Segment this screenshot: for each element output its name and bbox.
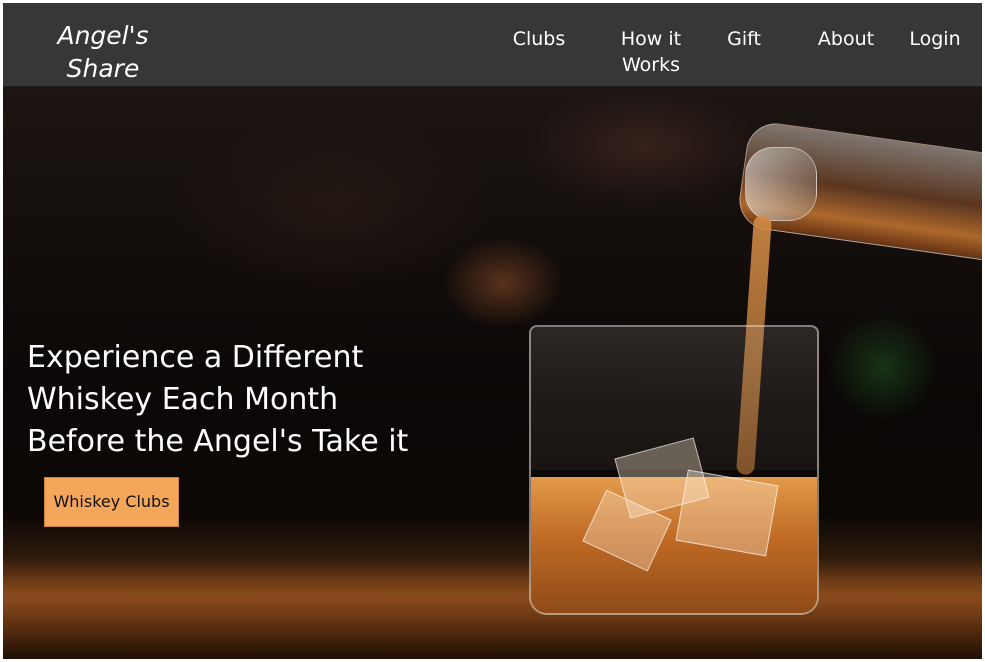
top-navbar: Angel's Share Clubs How it Works Gift Ab… xyxy=(3,3,982,87)
site-logo[interactable]: Angel's Share xyxy=(43,19,163,85)
hero-headline: Experience a Different Whiskey Each Mont… xyxy=(27,340,409,459)
nav-link-how-it-works[interactable]: How it Works xyxy=(607,26,695,78)
whiskey-glass xyxy=(529,325,819,615)
nav-link-gift[interactable]: Gift xyxy=(721,26,767,52)
bar-counter xyxy=(3,557,982,659)
nav-link-about[interactable]: About xyxy=(813,26,879,52)
nav-link-login[interactable]: Login xyxy=(903,26,967,52)
nav-link-clubs[interactable]: Clubs xyxy=(507,26,571,52)
bottle-neck xyxy=(745,147,817,221)
hero-banner: Experience a Different Whiskey Each Mont… xyxy=(3,87,982,659)
whiskey-clubs-button[interactable]: Whiskey Clubs xyxy=(44,477,179,527)
page-frame: Angel's Share Clubs How it Works Gift Ab… xyxy=(3,3,982,659)
